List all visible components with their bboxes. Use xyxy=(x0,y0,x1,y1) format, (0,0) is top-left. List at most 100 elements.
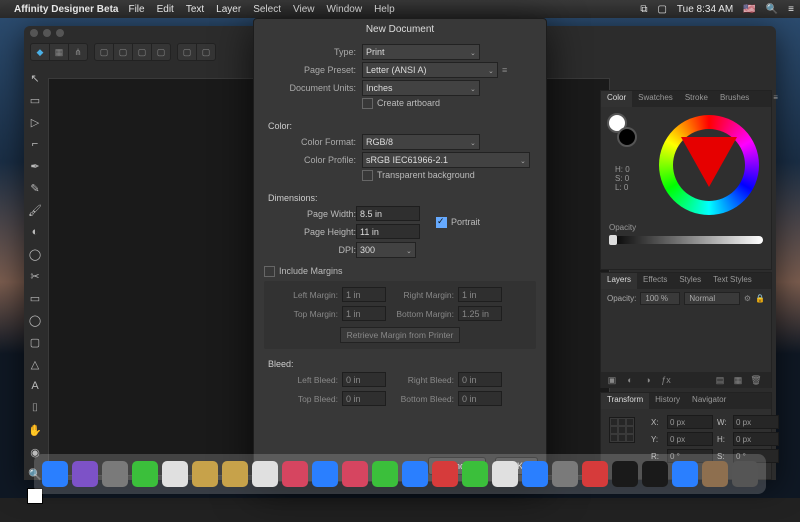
toolbar-btn[interactable]: ▢ xyxy=(132,44,151,60)
menubar-clock[interactable]: Tue 8:34 AM xyxy=(677,4,733,15)
toolbar-btn[interactable]: ▢ xyxy=(151,44,170,60)
persona-pixel-icon[interactable]: ▦ xyxy=(49,44,68,60)
include-margins-checkbox[interactable] xyxy=(264,266,275,277)
delete-layer-icon[interactable]: 🗑 xyxy=(749,374,763,386)
hand-tool-icon[interactable]: ✋ xyxy=(27,422,43,438)
preset-options-icon[interactable]: ≡ xyxy=(502,65,507,75)
tab-effects[interactable]: Effects xyxy=(637,273,673,289)
h-field[interactable] xyxy=(733,432,779,446)
pencil-tool-icon[interactable]: ✎ xyxy=(27,180,43,196)
pen-tool-icon[interactable]: ✒ xyxy=(27,158,43,174)
screen-share-icon[interactable]: ⧉ xyxy=(640,4,647,15)
toolbar-btn[interactable]: ▢ xyxy=(113,44,132,60)
tab-navigator[interactable]: Navigator xyxy=(686,393,732,409)
dock-app-5[interactable] xyxy=(192,461,218,487)
dock-app-4[interactable] xyxy=(162,461,188,487)
tab-styles[interactable]: Styles xyxy=(673,273,707,289)
create-artboard-checkbox[interactable] xyxy=(362,98,373,109)
menu-file[interactable]: File xyxy=(128,4,144,15)
tab-history[interactable]: History xyxy=(649,393,686,409)
add-layer-icon[interactable]: ▤ xyxy=(713,374,727,386)
portrait-checkbox[interactable] xyxy=(436,217,447,228)
x-field[interactable] xyxy=(667,415,713,429)
gear-icon[interactable]: ⚙ xyxy=(744,294,751,303)
dock-app-14[interactable] xyxy=(462,461,488,487)
transparency-tool-icon[interactable]: ◯ xyxy=(27,246,43,262)
dock-app-10[interactable] xyxy=(342,461,368,487)
add-pixel-layer-icon[interactable]: ▦ xyxy=(731,374,745,386)
node-tool-icon[interactable]: ▷ xyxy=(27,114,43,130)
top-margin-field[interactable] xyxy=(342,306,386,321)
ellipse-tool-icon[interactable]: ◯ xyxy=(27,312,43,328)
opacity-slider[interactable] xyxy=(609,236,763,244)
dock-app-19[interactable] xyxy=(612,461,638,487)
menu-window[interactable]: Window xyxy=(326,4,362,15)
brush-tool-icon[interactable]: 🖌 xyxy=(27,202,43,218)
rounded-rect-tool-icon[interactable]: ▢ xyxy=(27,334,43,350)
airplay-icon[interactable]: ▢ xyxy=(657,4,666,15)
page-width-field[interactable] xyxy=(356,206,420,221)
document-units-select[interactable]: Inches xyxy=(362,80,480,96)
tab-transform[interactable]: Transform xyxy=(601,393,649,409)
dock-app-12[interactable] xyxy=(402,461,428,487)
dock-app-3[interactable] xyxy=(132,461,158,487)
y-field[interactable] xyxy=(667,432,713,446)
dock-app-11[interactable] xyxy=(372,461,398,487)
dock-app-17[interactable] xyxy=(552,461,578,487)
dock-app-2[interactable] xyxy=(102,461,128,487)
right-bleed-field[interactable] xyxy=(458,372,502,387)
color-format-select[interactable]: RGB/8 xyxy=(362,134,480,150)
menu-select[interactable]: Select xyxy=(253,4,281,15)
color-profile-select[interactable]: sRGB IEC61966-2.1 xyxy=(362,152,530,168)
app-name[interactable]: Affinity Designer Beta xyxy=(14,4,118,15)
lock-icon[interactable]: 🔒 xyxy=(755,294,765,303)
dock-app-1[interactable] xyxy=(72,461,98,487)
window-zoom-button[interactable] xyxy=(56,29,64,37)
bottom-bleed-field[interactable] xyxy=(458,391,502,406)
page-height-field[interactable] xyxy=(356,224,420,239)
shape-tool-icon[interactable]: ▭ xyxy=(27,290,43,306)
crop-tool-icon[interactable]: ✂ xyxy=(27,268,43,284)
fill-tool-icon[interactable]: ◐ xyxy=(27,224,43,240)
page-preset-select[interactable]: Letter (ANSI A) xyxy=(362,62,498,78)
move-tool-icon[interactable]: ↖ xyxy=(27,70,43,86)
toolbar-btn[interactable]: ▢ xyxy=(178,44,196,60)
dock-app-20[interactable] xyxy=(642,461,668,487)
layer-fx-icon[interactable]: ƒx xyxy=(659,374,673,386)
type-select[interactable]: Print xyxy=(362,44,480,60)
dock-app-0[interactable] xyxy=(42,461,68,487)
blend-mode-select[interactable]: Normal xyxy=(684,292,740,305)
anchor-grid[interactable] xyxy=(609,417,635,443)
left-margin-field[interactable] xyxy=(342,287,386,302)
triangle-tool-icon[interactable]: △ xyxy=(27,356,43,372)
menu-edit[interactable]: Edit xyxy=(157,4,174,15)
w-field[interactable] xyxy=(733,415,779,429)
corner-tool-icon[interactable]: ⌐ xyxy=(27,136,43,152)
dock-app-18[interactable] xyxy=(582,461,608,487)
toolbar-btn[interactable]: ▢ xyxy=(196,44,215,60)
layer-group-icon[interactable]: ▣ xyxy=(605,374,619,386)
menubar-hamburger-icon[interactable]: ≡ xyxy=(788,4,794,15)
layer-opacity-field[interactable]: 100 % xyxy=(640,292,680,305)
menu-layer[interactable]: Layer xyxy=(216,4,241,15)
layer-adjust-icon[interactable]: ◑ xyxy=(641,374,655,386)
color-wheel[interactable] xyxy=(659,115,759,215)
persona-export-icon[interactable]: ⋔ xyxy=(68,44,87,60)
menu-text[interactable]: Text xyxy=(186,4,204,15)
dock-app-9[interactable] xyxy=(312,461,338,487)
window-close-button[interactable] xyxy=(30,29,38,37)
dock-app-16[interactable] xyxy=(522,461,548,487)
menu-help[interactable]: Help xyxy=(374,4,395,15)
transparent-bg-checkbox[interactable] xyxy=(362,170,373,181)
tab-color[interactable]: Color xyxy=(601,91,632,107)
dock-app-21[interactable] xyxy=(672,461,698,487)
dpi-select[interactable]: 300 xyxy=(356,242,416,258)
text-tool-icon[interactable]: A xyxy=(27,378,43,394)
top-bleed-field[interactable] xyxy=(342,391,386,406)
input-source-flag[interactable]: 🇺🇸 xyxy=(743,4,755,15)
persona-designer-icon[interactable]: ◆ xyxy=(31,44,49,60)
tab-text-styles[interactable]: Text Styles xyxy=(707,273,758,289)
window-minimize-button[interactable] xyxy=(43,29,51,37)
toolbar-btn[interactable]: ▢ xyxy=(95,44,113,60)
dock-app-23[interactable] xyxy=(732,461,758,487)
